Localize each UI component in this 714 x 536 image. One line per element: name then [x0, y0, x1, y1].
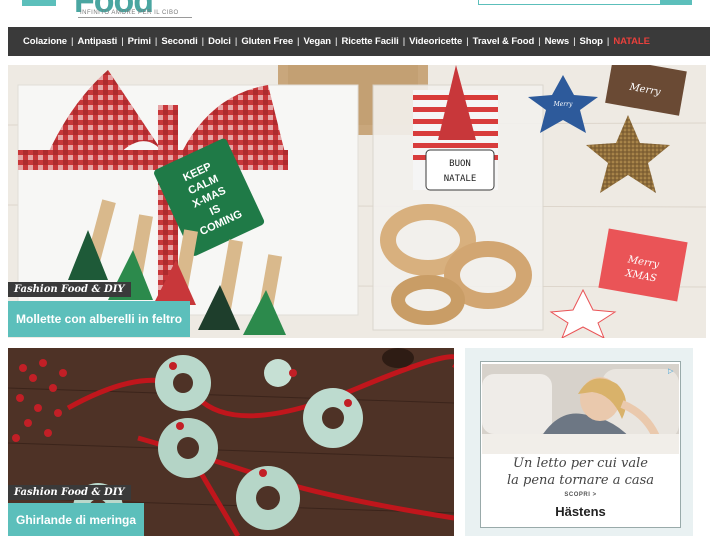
nav-item-dolci[interactable]: Dolci: [208, 36, 231, 47]
meringue-article[interactable]: Fashion Food & DIY Ghirlande di meringa: [8, 348, 454, 536]
nav-separator: |: [154, 36, 158, 47]
meringue-category-label[interactable]: Fashion Food & DIY: [8, 485, 131, 500]
nav-separator: |: [234, 36, 238, 47]
nav-separator: |: [466, 36, 469, 47]
ad-banner[interactable]: ▷ Un letto per cui vale la pena tornare …: [480, 361, 681, 528]
nav-item-gluten-free[interactable]: Gluten Free: [241, 36, 293, 47]
search-button[interactable]: [660, 0, 692, 5]
hero-category-label[interactable]: Fashion Food & DIY: [8, 282, 131, 297]
nav-item-travel-food[interactable]: Travel & Food: [473, 36, 535, 47]
nav-separator: |: [606, 36, 610, 47]
logo-mark-box[interactable]: [22, 0, 56, 6]
nav-item-secondi[interactable]: Secondi: [161, 36, 197, 47]
svg-text:Merry: Merry: [553, 101, 573, 108]
nav-list: Colazione | Antipasti | Primi | Secondi | Dolci |…: [8, 36, 650, 47]
ad-headline-line1: Un letto per cui vale: [513, 456, 648, 471]
nav-separator: |: [538, 36, 541, 47]
ad-sidebar: ▷ Un letto per cui vale la pena tornare …: [465, 348, 693, 536]
hero-article[interactable]: KEEP CALM X-MAS IS COMING BUON NATALE Me…: [8, 65, 706, 338]
nav-item-shop[interactable]: Shop: [580, 36, 603, 47]
nav-item-primi[interactable]: Primi: [128, 36, 151, 47]
ad-headline-line2: la pena tornare a casa: [506, 473, 655, 488]
hero-photo: KEEP CALM X-MAS IS COMING BUON NATALE Me…: [8, 65, 706, 338]
nav-separator: |: [573, 36, 576, 47]
search-input[interactable]: [478, 0, 662, 5]
svg-text:BUON: BUON: [449, 159, 471, 169]
nav-separator: |: [201, 36, 205, 47]
nav-separator: |: [121, 36, 124, 47]
nav-item-antipasti[interactable]: Antipasti: [77, 36, 117, 47]
hero-title[interactable]: Mollette con alberelli in feltro: [8, 301, 191, 337]
nav-separator: |: [70, 36, 74, 47]
meringue-title[interactable]: Ghirlande di meringa: [8, 503, 145, 536]
logo-divider: [78, 17, 192, 18]
adchoices-icon[interactable]: ▷: [668, 367, 676, 375]
nav-item-vegan[interactable]: Vegan: [304, 36, 332, 47]
ad-brand-logo[interactable]: Hästens: [481, 504, 680, 519]
nav-separator: |: [335, 36, 338, 47]
nav-separator: |: [402, 36, 406, 47]
svg-text:NATALE: NATALE: [444, 174, 477, 184]
site-tagline: INFINITO AMORE PER IL CIBO: [80, 10, 179, 16]
main-nav: Colazione | Antipasti | Primi | Secondi | Dolci |…: [8, 27, 710, 56]
nav-separator: |: [297, 36, 300, 47]
nav-item-news[interactable]: News: [545, 36, 570, 47]
ad-photo: ▷: [482, 364, 679, 454]
nav-item-natale[interactable]: NATALE: [613, 36, 650, 47]
nav-item-videoricette[interactable]: Videoricette: [409, 36, 462, 47]
nav-item-ricette-facili[interactable]: Ricette Facili: [341, 36, 398, 47]
ad-cta-link[interactable]: SCOPRI >: [481, 492, 680, 498]
nav-item-colazione[interactable]: Colazione: [23, 36, 67, 47]
